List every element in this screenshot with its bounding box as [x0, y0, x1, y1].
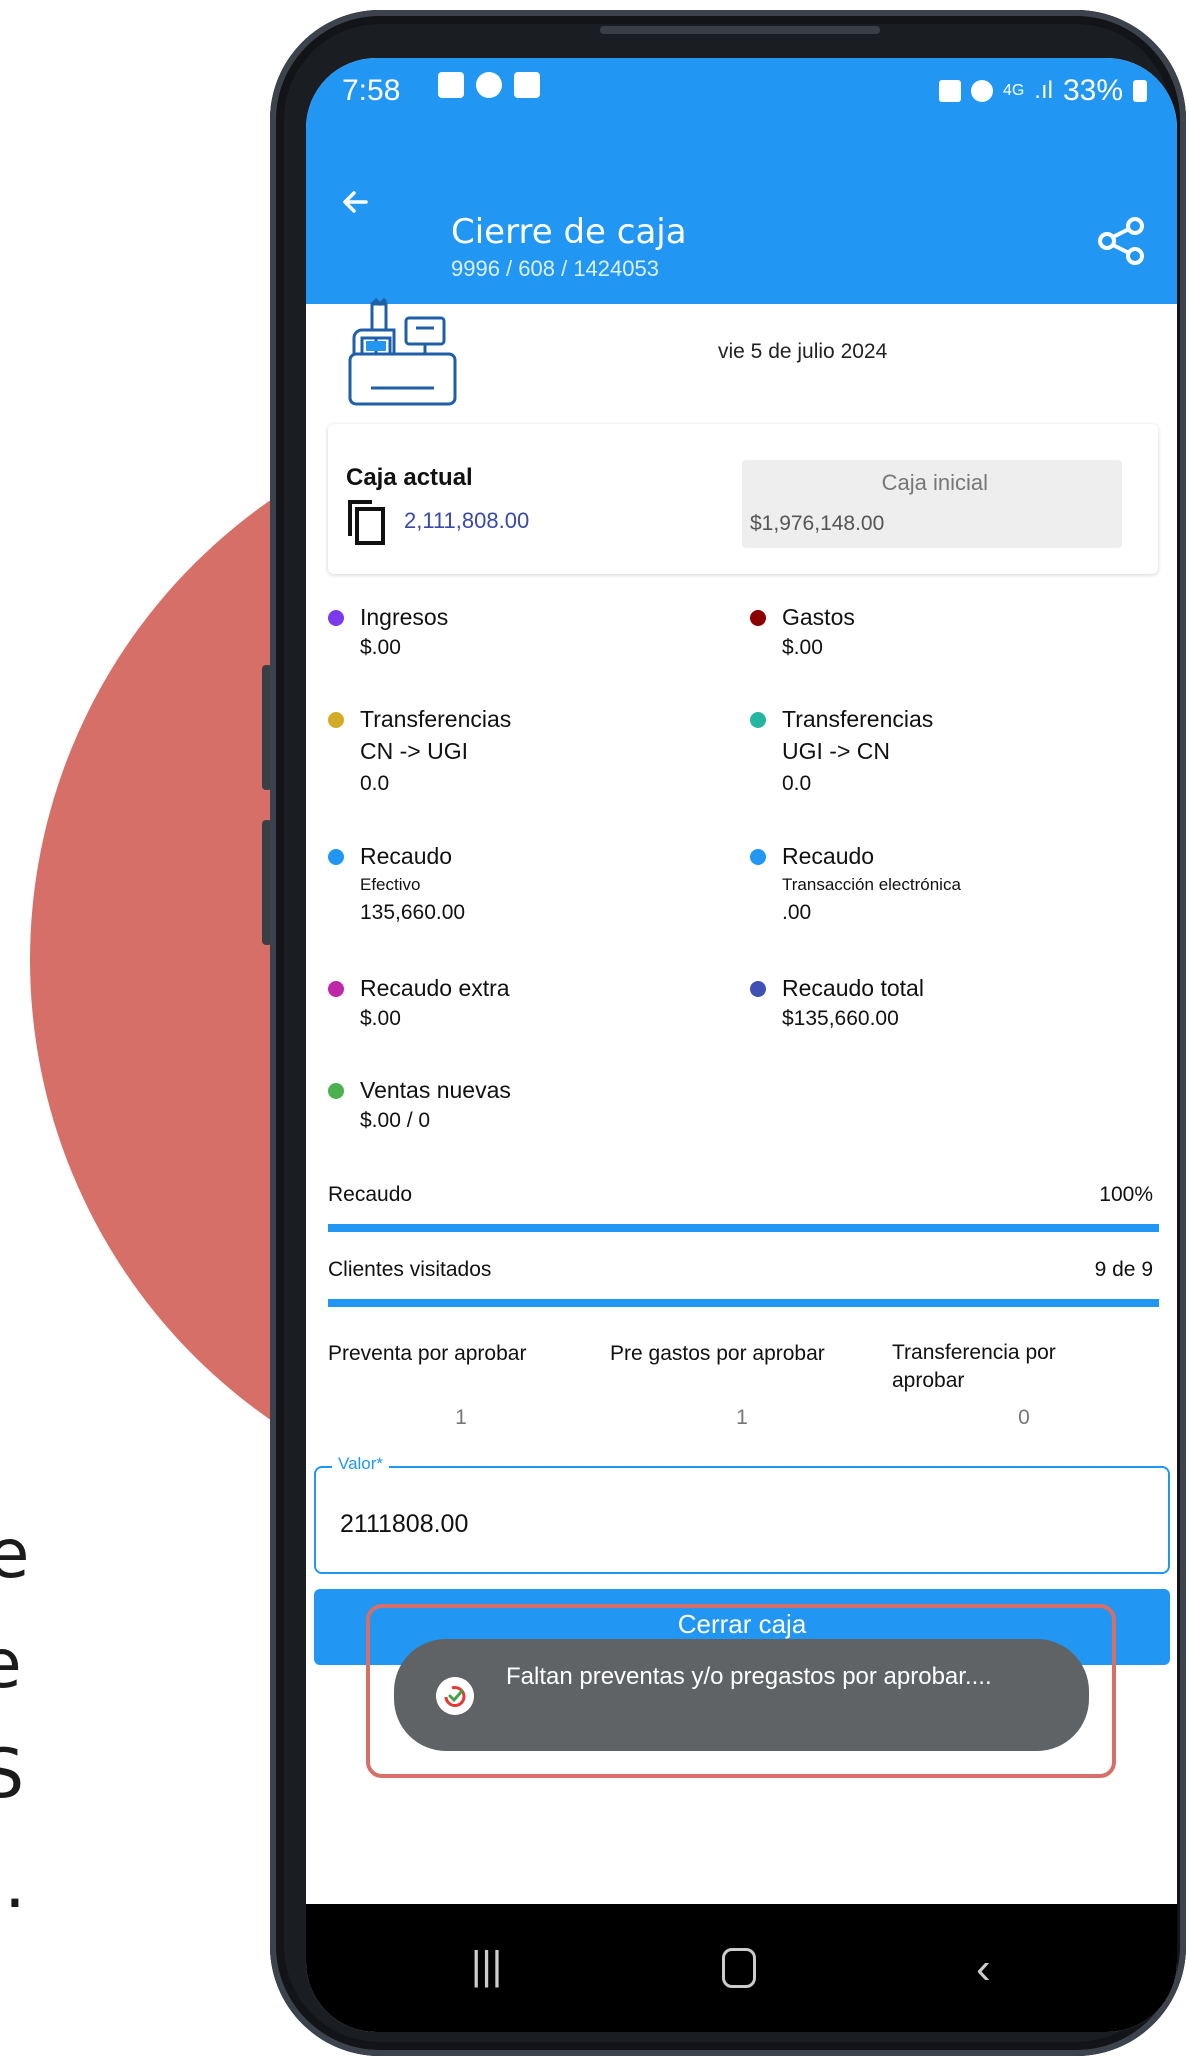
- home-icon[interactable]: [722, 1948, 756, 1988]
- valor-field-value[interactable]: 2111808.00: [340, 1510, 468, 1539]
- progress-clientes-fill: [328, 1299, 1159, 1307]
- stat-label: Gastos: [782, 604, 855, 630]
- caja-actual-value: 2,111,808.00: [404, 508, 530, 533]
- phone-screen: 7:58 4G .ıl 33% Cierre de caja 9996 / 60…: [306, 58, 1177, 2032]
- stat-value: $.00 / 0: [360, 1109, 431, 1132]
- signal-icon: .ıl: [1034, 77, 1053, 104]
- stat-value: $135,660.00: [782, 1007, 899, 1030]
- background-text-line-4: S.: [0, 1845, 27, 1924]
- page-title: Cierre de caja: [451, 212, 687, 252]
- ventas-nuevas-dot: [328, 1083, 344, 1099]
- recaudo-efectivo-dot: [328, 849, 344, 865]
- back-nav-icon[interactable]: ‹: [976, 1944, 991, 1994]
- valor-field-label: Valor*: [332, 1454, 390, 1474]
- valor-field[interactable]: Valor* 2111808.00: [314, 1454, 1170, 1574]
- preventa-count: 1: [455, 1406, 467, 1429]
- status-bar: 7:58 4G .ıl 33%: [306, 58, 1177, 122]
- battery-saver-icon: [938, 80, 961, 102]
- battery-percent: 33%: [1062, 74, 1123, 107]
- stat-sublabel: Transacción electrónica: [782, 875, 961, 894]
- stat-sublabel: Efectivo: [360, 875, 421, 894]
- progress-recaudo-bar: [328, 1224, 1159, 1232]
- stat-value: 0.0: [782, 772, 812, 795]
- stat-label: Ventas nuevas: [360, 1077, 511, 1103]
- pregastos-count: 1: [736, 1406, 748, 1429]
- stat-label: Recaudo total: [782, 975, 924, 1001]
- progress-clientes-value: 9 de 9: [1094, 1258, 1153, 1281]
- stat-value: $.00: [782, 636, 823, 659]
- status-right: 4G .ıl 33%: [938, 74, 1147, 108]
- highlight-box: [366, 1604, 1116, 1778]
- stat-value: $.00: [360, 1007, 401, 1030]
- stat-value: 0.0: [360, 772, 390, 795]
- background-text-line-2: le: [0, 1625, 23, 1704]
- background-text-line-3: IS: [0, 1735, 26, 1814]
- progress-recaudo-fill: [328, 1224, 1159, 1232]
- alarm-icon: [970, 80, 993, 102]
- checkbox-icon: [514, 72, 540, 98]
- status-notification-icons: [438, 72, 540, 98]
- stat-sublabel: CN -> UGI: [360, 738, 468, 764]
- copy-icon[interactable]: [344, 498, 386, 546]
- stat-value: $.00: [360, 636, 401, 659]
- caja-inicial-label: Caja inicial: [881, 470, 988, 495]
- recaudo-total-dot: [750, 981, 766, 997]
- transferencia-count: 0: [1018, 1406, 1030, 1429]
- stat-label: Recaudo: [360, 843, 453, 869]
- phone-speaker: [600, 26, 880, 34]
- status-time: 7:58: [342, 74, 401, 107]
- stat-label: Ingresos: [360, 604, 449, 630]
- system-nav-bar: ||| ‹: [306, 1904, 1177, 2032]
- ingresos-dot: [328, 610, 344, 626]
- image-icon: [438, 72, 464, 98]
- caja-inicial-box: Caja inicial $1,976,148.00: [742, 460, 1122, 548]
- background-text-line-1: te: [0, 1515, 31, 1594]
- caja-actual-label: Caja actual: [346, 464, 473, 491]
- recent-apps-icon[interactable]: |||: [471, 1944, 502, 1989]
- progress-clientes-bar: [328, 1299, 1159, 1307]
- page-subtitle: 9996 / 608 / 1424053: [451, 256, 659, 281]
- transf-ugi-cn-dot: [750, 712, 766, 728]
- stat-label: Transferencias: [782, 706, 934, 732]
- recaudo-extra-dot: [328, 981, 344, 997]
- network-type: 4G: [1002, 82, 1025, 99]
- back-arrow-icon[interactable]: [336, 182, 376, 222]
- stat-label: Transferencias: [360, 706, 512, 732]
- alarm-icon: [476, 72, 502, 98]
- recaudo-electronico-dot: [750, 849, 766, 865]
- progress-recaudo-value: 100%: [1099, 1183, 1153, 1206]
- stat-label: Recaudo: [782, 843, 875, 869]
- stat-label: Recaudo extra: [360, 975, 510, 1001]
- preventa-label: Preventa por aprobar: [328, 1342, 527, 1365]
- transf-cn-ugi-dot: [328, 712, 344, 728]
- share-icon[interactable]: [1095, 214, 1149, 268]
- gastos-dot: [750, 610, 766, 626]
- battery-icon: [1133, 80, 1147, 102]
- app-bar: Cierre de caja 9996 / 608 / 1424053: [306, 122, 1177, 304]
- caja-inicial-value: $1,976,148.00: [750, 512, 885, 535]
- transferencia-label: Transferencia por aprobar: [892, 1341, 1056, 1392]
- stat-value: 135,660.00: [360, 901, 466, 924]
- pregastos-label: Pre gastos por aprobar: [610, 1342, 825, 1365]
- caja-card: Caja actual 2,111,808.00 Caja inicial $1…: [328, 424, 1158, 574]
- stat-sublabel: UGI -> CN: [782, 738, 890, 764]
- cash-register-icon: [348, 298, 457, 406]
- progress-clientes-label: Clientes visitados: [328, 1258, 492, 1281]
- stat-value: .00: [782, 901, 812, 924]
- progress-recaudo-label: Recaudo: [328, 1183, 413, 1206]
- close-date: vie 5 de julio 2024: [718, 340, 888, 363]
